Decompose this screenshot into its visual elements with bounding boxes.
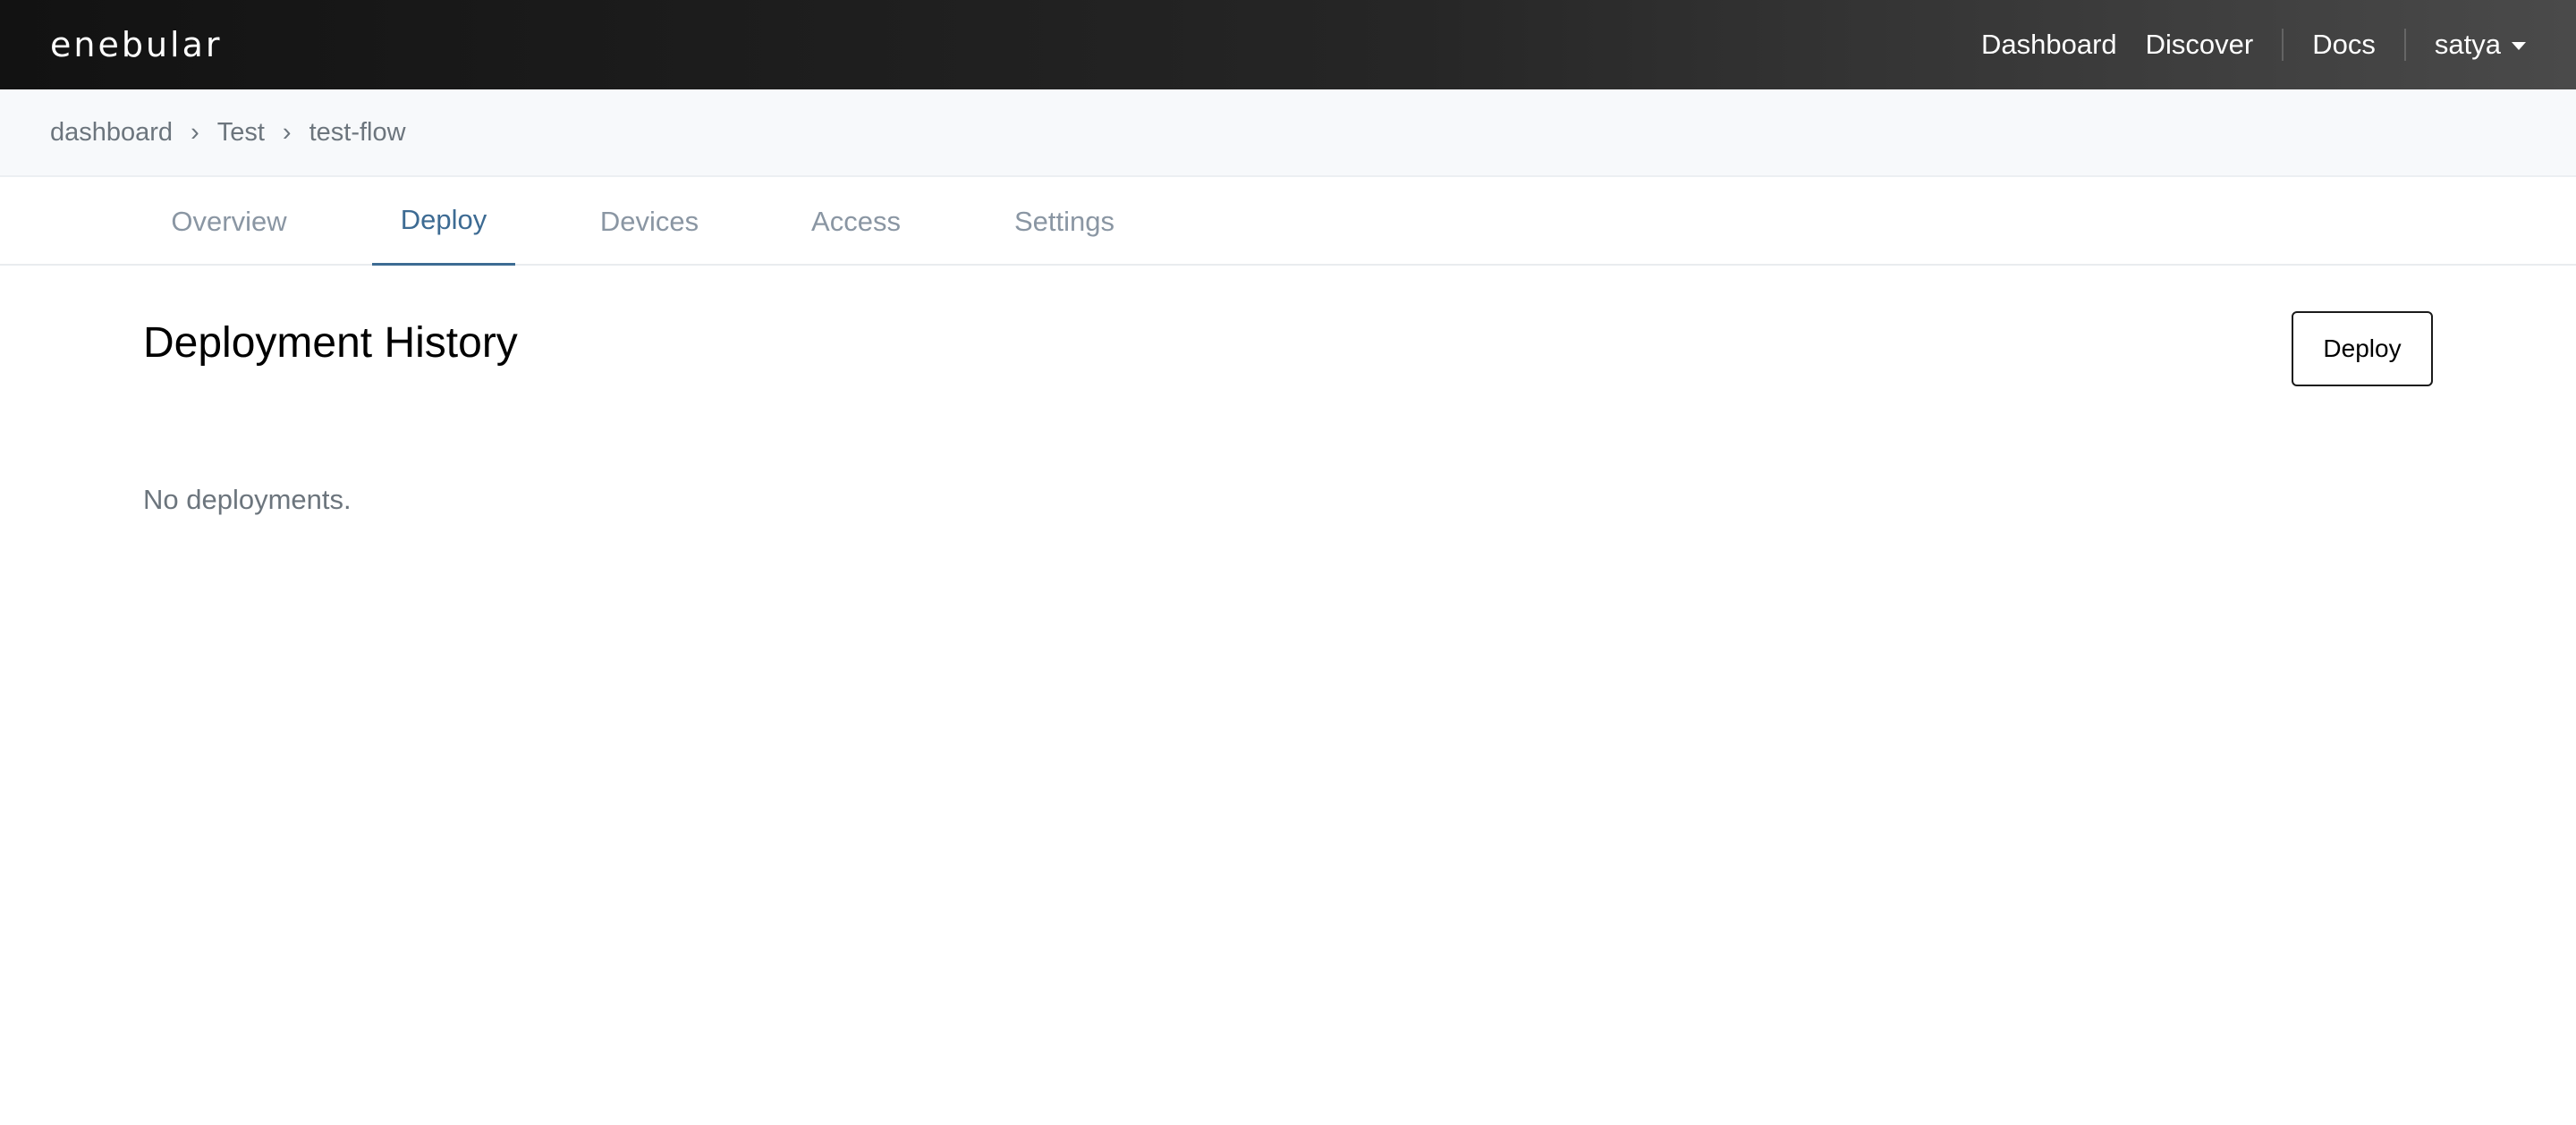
nav-discover-link[interactable]: Discover: [2131, 29, 2268, 61]
nav-divider: [2282, 29, 2284, 61]
enebular-logo[interactable]: enebular: [50, 28, 223, 62]
top-nav-links: Dashboard Discover Docs satya: [1967, 0, 2540, 89]
nav-divider: [2403, 29, 2406, 61]
tab-access[interactable]: Access: [784, 177, 928, 266]
breadcrumb-item-dashboard[interactable]: dashboard: [50, 118, 173, 148]
chevron-down-icon: [2512, 41, 2526, 50]
user-name: satya: [2434, 29, 2501, 60]
flow-tabs: Overview Deploy Devices Access Settings: [0, 177, 2576, 266]
tab-devices[interactable]: Devices: [578, 177, 721, 266]
breadcrumb-separator: ›: [282, 117, 292, 147]
tab-overview[interactable]: Overview: [157, 177, 301, 266]
user-menu-dropdown[interactable]: satya: [2420, 29, 2540, 61]
breadcrumb-separator: ›: [191, 117, 199, 147]
empty-state-message: No deployments.: [143, 484, 352, 515]
breadcrumb-item-flow[interactable]: test-flow: [309, 118, 406, 148]
tab-settings[interactable]: Settings: [993, 177, 1136, 266]
breadcrumb-item-project[interactable]: Test: [217, 118, 265, 148]
page-title: Deployment History: [143, 319, 518, 367]
nav-dashboard-link[interactable]: Dashboard: [1967, 29, 2131, 61]
top-navbar: enebular Dashboard Discover Docs satya: [0, 0, 2576, 89]
breadcrumb: dashboard › Test › test-flow: [0, 89, 2576, 177]
deploy-button[interactable]: Deploy: [2292, 311, 2433, 386]
tab-deploy[interactable]: Deploy: [372, 177, 515, 266]
nav-docs-link[interactable]: Docs: [2298, 29, 2390, 61]
